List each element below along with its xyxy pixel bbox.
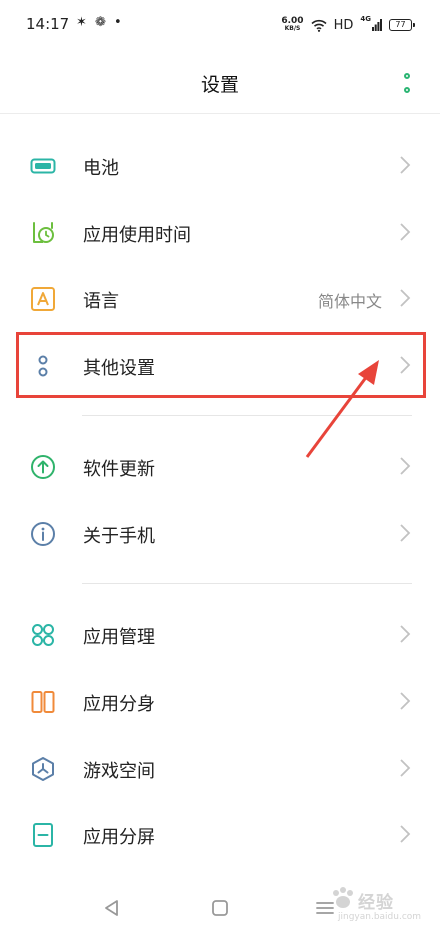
settings-item-label: 关于手机 [83,526,155,547]
settings-item-app-usage-time[interactable]: 应用使用时间 [0,202,440,262]
back-button[interactable] [100,896,124,920]
settings-item-app-clone[interactable]: 应用分身 [0,671,440,731]
watermark: 经验 jingyan.baidu.com [318,882,422,930]
app-bar: 设置 [0,52,440,112]
dot-icon [404,87,410,93]
section-divider [82,583,412,584]
twin-apps-icon [31,691,55,713]
settings-item-split-screen[interactable]: 应用分屏 [0,804,440,864]
game-space-icon [32,757,54,781]
settings-item-about-phone[interactable]: 关于手机 [0,503,440,563]
header-divider [0,113,440,114]
language-value: 简体中文 [317,292,382,311]
settings-item-label: 应用使用时间 [83,225,191,246]
chevron-right-icon [400,759,411,777]
net-speed-value: 6.00 [281,16,304,26]
net-speed-unit: KB/S [284,25,301,32]
status-indicators: 6.00 KB/S HD 4G 77 [281,14,415,36]
chevron-right-icon [400,457,411,475]
upload-circle-icon [31,455,55,479]
page-title: 设置 [200,74,239,96]
letter-a-icon [31,287,55,311]
chevron-right-icon [400,289,411,307]
chevron-right-icon [400,524,411,542]
settings-item-language[interactable]: 语言 简体中文 [0,268,440,328]
settings-item-label: 应用分身 [83,694,155,715]
settings-item-game-space[interactable]: 游戏空间 [0,738,440,798]
chevron-right-icon [400,825,411,843]
status-bar: 14:17 ✶ ❁ • 6.00 KB/S HD 4G 77 [0,0,440,52]
section-divider [82,415,412,416]
alarm-clock-icon [33,222,54,243]
chevron-right-icon [400,223,411,241]
split-screen-icon [33,823,53,847]
battery-icon [30,158,56,174]
status-time: 14:17 [26,15,70,33]
cell-signal: 4G [360,15,382,31]
settings-item-label: 应用分屏 [83,827,155,848]
grid-icon [32,624,54,646]
more-options-button[interactable] [395,70,419,96]
settings-item-app-management[interactable]: 应用管理 [0,604,440,664]
settings-item-label: 语言 [83,291,119,312]
signal-bars-icon [372,19,382,31]
highlight-box [16,332,426,398]
chevron-right-icon [400,692,411,710]
paw-logo-icon [333,887,353,908]
signal-tag: 4G [360,15,371,23]
chevron-right-icon [400,625,411,643]
settings-item-battery[interactable]: 电池 [0,135,440,195]
settings-item-software-update[interactable]: 软件更新 [0,436,440,496]
battery-indicator: 77 [389,19,415,31]
wifi-icon [311,19,327,32]
info-circle-icon [31,522,55,546]
watermark-text: 经验 [358,893,394,913]
settings-item-label: 应用管理 [83,627,155,648]
home-button[interactable] [208,896,232,920]
notification-icons: ✶ ❁ • [76,15,124,30]
settings-item-label: 游戏空间 [83,761,155,782]
settings-item-label: 电池 [83,158,119,179]
net-speed: 6.00 KB/S [281,17,303,33]
chevron-right-icon [400,156,411,174]
watermark-url: jingyan.baidu.com [338,912,422,922]
settings-item-label: 软件更新 [83,459,155,480]
hd-label: HD [333,17,354,33]
dot-icon [404,73,410,79]
